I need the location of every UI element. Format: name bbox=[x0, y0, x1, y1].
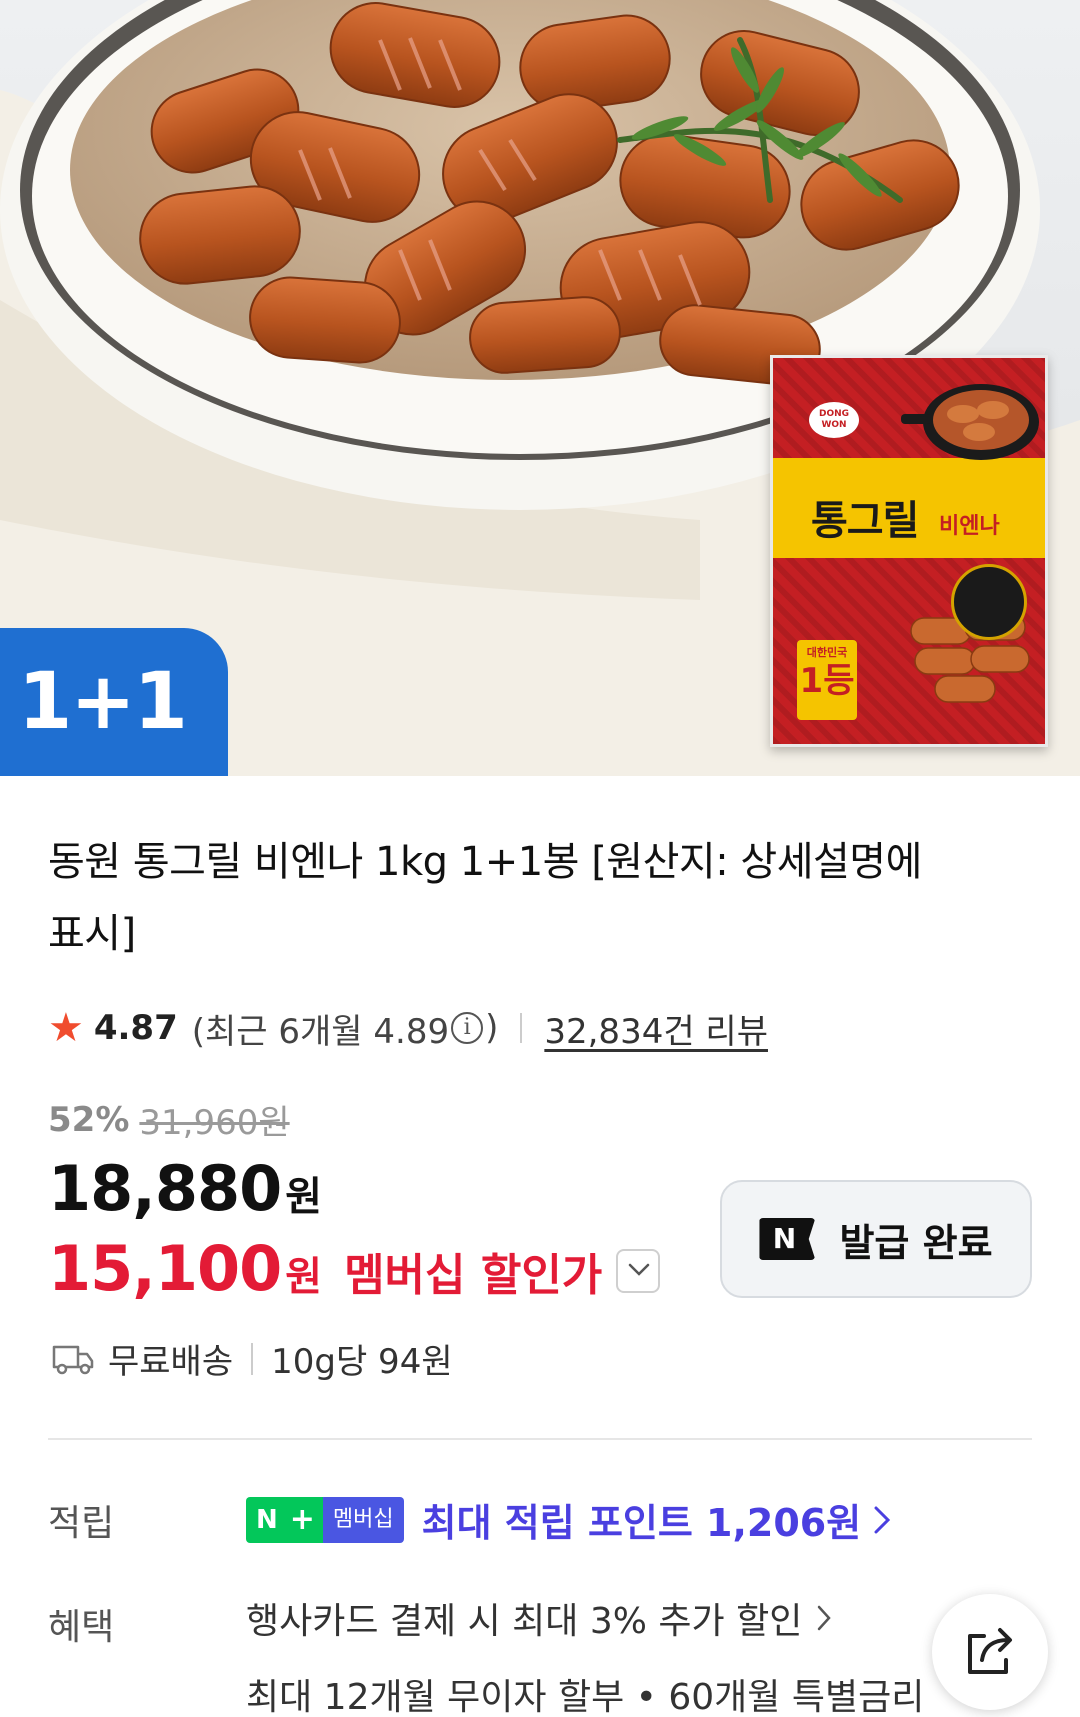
product-title: 동원 통그릴 비엔나 1kg 1+1봉 [원산지: 상세설명에 표시] bbox=[48, 839, 922, 957]
chevron-right-icon bbox=[874, 1506, 891, 1533]
divider bbox=[520, 1013, 523, 1043]
membership-price: 15,100 원 멤버십 할인가 bbox=[48, 1232, 661, 1305]
membership-price-unit: 원 bbox=[285, 1254, 323, 1300]
coupon-button[interactable]: N 발급 완료 bbox=[720, 1180, 1032, 1298]
brand-logo: DONG WON bbox=[809, 402, 859, 438]
premium-seal bbox=[951, 564, 1027, 640]
sale-price: 18,880 원 bbox=[48, 1152, 322, 1225]
coupon-label: 발급 완료 bbox=[839, 1220, 993, 1265]
naver-plus-membership-badge: N + 멤버십 bbox=[246, 1496, 404, 1543]
chevron-right-icon bbox=[818, 1605, 832, 1631]
unit-price: 10g당 94원 bbox=[271, 1342, 453, 1382]
card-discount-link[interactable]: 행사카드 결제 시 최대 3% 추가 할인 bbox=[246, 1592, 832, 1644]
product-image[interactable]: DONG WON 통그릴 비엔나 대한민국 1등 1+1 bbox=[0, 0, 1080, 776]
discount-percent: 52% bbox=[48, 1099, 130, 1140]
rating-score: 4.87 bbox=[93, 1008, 178, 1048]
star-icon: ★ bbox=[48, 1005, 84, 1051]
original-price: 31,960원 bbox=[139, 1103, 290, 1143]
installment-text: 최대 12개월 무이자 할부 • 60개월 특별금리 bbox=[246, 1677, 925, 1717]
points-label: 적립 bbox=[48, 1503, 115, 1544]
recent-rating: (최근 6개월 4.89 bbox=[191, 1011, 450, 1052]
package-subtitle: 비엔나 bbox=[939, 514, 1000, 539]
sale-price-unit: 원 bbox=[285, 1174, 323, 1220]
points-link[interactable]: N + 멤버십 최대 적립 포인트 1,206원 bbox=[246, 1492, 891, 1547]
recent-rating-close: ) bbox=[485, 1008, 499, 1048]
membership-price-label: 멤버십 할인가 bbox=[344, 1250, 603, 1301]
free-shipping-label: 무료배송 bbox=[108, 1342, 234, 1382]
section-divider bbox=[48, 1438, 1032, 1440]
package-title: 통그릴 bbox=[811, 498, 919, 544]
review-count-link[interactable]: 32,834건 리뷰 bbox=[544, 1004, 768, 1053]
shipping-row: 무료배송 10g당 94원 bbox=[52, 1334, 453, 1383]
discount-row: 52% 31,960원 bbox=[48, 1095, 290, 1144]
membership-price-value: 15,100 bbox=[48, 1232, 282, 1305]
promo-badge: 1+1 bbox=[0, 628, 228, 776]
benefits-label: 혜택 bbox=[48, 1607, 115, 1648]
rank-badge: 대한민국 1등 bbox=[797, 640, 857, 720]
chevron-down-icon bbox=[629, 1263, 650, 1276]
truck-icon bbox=[52, 1345, 94, 1374]
sale-price-value: 18,880 bbox=[48, 1152, 282, 1225]
divider bbox=[251, 1342, 254, 1375]
max-points-text: 최대 적립 포인트 1,206원 bbox=[421, 1501, 862, 1545]
membership-expand-button[interactable] bbox=[616, 1248, 661, 1293]
naver-pay-icon: N bbox=[759, 1218, 816, 1260]
package-image: DONG WON 통그릴 비엔나 대한민국 1등 bbox=[770, 355, 1048, 747]
card-discount-text: 행사카드 결제 시 최대 3% 추가 할인 bbox=[246, 1601, 803, 1642]
share-button[interactable] bbox=[932, 1594, 1048, 1710]
info-icon[interactable]: i bbox=[451, 1012, 484, 1044]
rating-row: ★ 4.87 (최근 6개월 4.89 i ) 32,834건 리뷰 bbox=[48, 1004, 768, 1053]
share-icon bbox=[968, 1628, 1012, 1674]
pan-icon bbox=[901, 384, 1039, 460]
